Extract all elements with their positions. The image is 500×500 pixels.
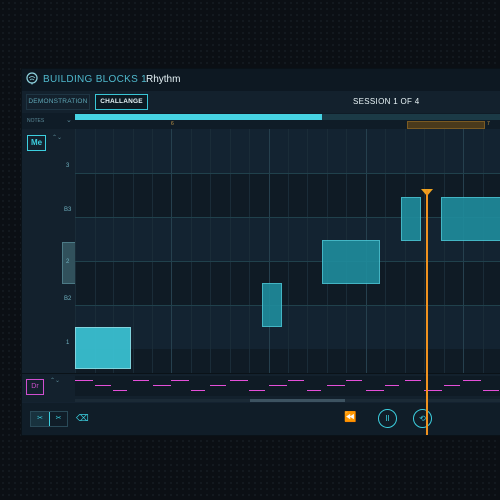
timeline-ruler[interactable]: 6 7: [75, 121, 500, 129]
melody-track-button[interactable]: Me: [27, 135, 46, 151]
drum-hit: [191, 390, 205, 391]
tab-challenge[interactable]: CHALLANGE: [95, 94, 148, 110]
rewind-icon[interactable]: ⏪: [344, 412, 356, 423]
drum-hit: [75, 380, 93, 381]
note-block[interactable]: [401, 197, 421, 241]
grid-line: [307, 129, 308, 373]
drum-hit: [113, 390, 127, 391]
scroll-thumb[interactable]: [250, 399, 345, 402]
loop-button[interactable]: ⟲: [413, 409, 432, 428]
header-bar: BUILDING BLOCKS 1 Rhythm: [22, 69, 500, 92]
drum-hit: [444, 385, 460, 386]
grid-line: [230, 129, 231, 373]
grid-line: [152, 129, 153, 373]
notes-label: NOTES: [27, 118, 45, 124]
lane-divider: [75, 217, 500, 218]
drum-hit: [133, 380, 149, 381]
drum-hit: [288, 380, 304, 381]
note-block[interactable]: [441, 197, 500, 241]
lane-divider: [75, 305, 500, 306]
app-window: BUILDING BLOCKS 1 Rhythm DEMONSTRATION C…: [22, 69, 500, 435]
drum-hit: [230, 380, 248, 381]
view-a-icon[interactable]: ✂: [31, 412, 50, 426]
note-block[interactable]: [75, 327, 131, 369]
pitch-label: 1: [66, 340, 70, 346]
pitch-label: B3: [64, 207, 72, 213]
eraser-icon[interactable]: ⌫: [76, 413, 89, 424]
grid-line: [444, 129, 445, 373]
grid-line: [483, 129, 484, 373]
grid-line: [171, 129, 172, 373]
drum-track-button[interactable]: Dr: [26, 379, 44, 395]
pitch-label: 3: [66, 163, 70, 169]
drum-hit: [249, 390, 265, 391]
lane-divider: [75, 261, 500, 262]
timeline-scrollbar[interactable]: [75, 399, 500, 402]
progress-track: [75, 114, 500, 120]
drum-track: Dr ⌃⌄: [22, 373, 500, 402]
grid-line: [249, 129, 250, 373]
pitch-label: 2: [66, 259, 70, 265]
progress-fill: [75, 114, 322, 120]
grid-line: [424, 129, 425, 373]
note-block[interactable]: [322, 240, 380, 284]
drum-hit: [153, 385, 171, 386]
drum-hit: [171, 380, 189, 381]
expand-chevron-icon[interactable]: ⌃⌄: [50, 378, 60, 384]
view-toggle[interactable]: ✂ ✂: [30, 411, 68, 427]
bar-marker: 7: [487, 121, 490, 127]
drum-hit: [327, 385, 345, 386]
loop-region[interactable]: [407, 121, 485, 129]
drum-hit: [269, 385, 287, 386]
bar-marker: 6: [171, 121, 174, 127]
grid-line: [463, 129, 464, 373]
grid-line: [405, 129, 406, 373]
drum-hit: [95, 385, 111, 386]
drum-hit: [405, 380, 421, 381]
piano-roll-grid[interactable]: [75, 129, 500, 373]
grid-line: [133, 129, 134, 373]
drum-hit: [463, 380, 481, 381]
drum-hit: [346, 380, 362, 381]
drum-hit: [307, 390, 321, 391]
note-block[interactable]: [262, 283, 282, 327]
drum-hit: [385, 385, 399, 386]
expand-chevron-icon[interactable]: ⌃⌄: [52, 135, 62, 141]
session-indicator: SESSION 1 OF 4: [353, 97, 420, 106]
drum-pattern[interactable]: [75, 376, 500, 396]
lesson-subtitle: Rhythm: [146, 74, 181, 85]
brain-logo-icon: [26, 72, 38, 85]
drum-hit: [366, 390, 384, 391]
tab-demonstration[interactable]: DEMONSTRATION: [26, 94, 90, 110]
mode-bar: DEMONSTRATION CHALLANGE SESSION 1 OF 4: [22, 91, 500, 113]
transport-bar: ✂ ✂ ⌫ ⏪ II ⟲: [22, 403, 500, 435]
lesson-title: BUILDING BLOCKS 1: [43, 74, 148, 85]
lane-divider: [75, 173, 500, 174]
drum-hit: [210, 385, 226, 386]
melody-track-controls: Me ⌃⌄ 3 B3 2 B2 1: [22, 129, 76, 373]
grid-line: [288, 129, 289, 373]
pause-button[interactable]: II: [378, 409, 397, 428]
view-b-icon[interactable]: ✂: [50, 412, 67, 426]
grid-line: [269, 129, 270, 373]
drum-hit: [483, 390, 499, 391]
grid-line: [191, 129, 192, 373]
notes-row: NOTES ⌄ 6 7: [22, 113, 500, 129]
grid-line: [210, 129, 211, 373]
chevron-down-icon[interactable]: ⌄: [66, 116, 72, 124]
playhead[interactable]: [426, 190, 428, 435]
pitch-label: B2: [64, 296, 72, 302]
grid-line: [385, 129, 386, 373]
